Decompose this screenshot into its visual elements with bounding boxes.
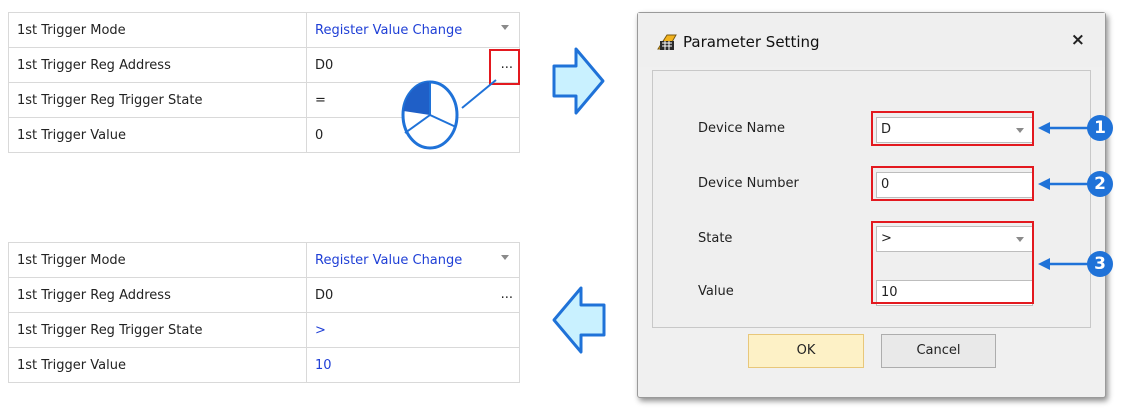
property-value: 0	[315, 127, 324, 143]
property-name: 1st Trigger Reg Address	[8, 47, 307, 83]
property-value: D0	[315, 57, 334, 73]
property-value: >	[315, 322, 326, 338]
table-row: 1st Trigger Reg Trigger State >	[8, 312, 520, 348]
table-row: 1st Trigger Reg Address D0...	[8, 277, 520, 313]
arrow-right-icon	[552, 47, 605, 115]
property-name: 1st Trigger Reg Trigger State	[8, 312, 307, 348]
property-name: 1st Trigger Reg Address	[8, 277, 307, 313]
trigger-mode-select[interactable]: Register Value Change	[306, 12, 520, 48]
trigger-value-cell[interactable]: 10	[306, 347, 520, 383]
device-number-label: Device Number	[698, 176, 799, 191]
callout-arrows	[1038, 122, 1092, 270]
trigger-mode-select[interactable]: Register Value Change	[306, 242, 520, 278]
state-value-highlight-box	[871, 221, 1034, 304]
property-value: D0	[315, 287, 334, 303]
table-row: 1st Trigger Mode Register Value Change	[8, 242, 520, 278]
property-name: 1st Trigger Reg Trigger State	[8, 82, 307, 118]
table-row: 1st Trigger Mode Register Value Change	[8, 12, 520, 48]
property-value: 10	[315, 357, 332, 373]
property-value: Register Value Change	[315, 22, 463, 38]
ellipsis-button[interactable]: ...	[501, 287, 513, 302]
property-value: Register Value Change	[315, 252, 463, 268]
property-name: 1st Trigger Value	[8, 117, 307, 153]
dialog-title: Parameter Setting	[683, 33, 820, 51]
reg-address-cell[interactable]: D0...	[306, 277, 520, 313]
trigger-state-cell[interactable]: >	[306, 312, 520, 348]
property-name: 1st Trigger Mode	[8, 12, 307, 48]
table-row: 1st Trigger Value 10	[8, 347, 520, 383]
cancel-button[interactable]: Cancel	[881, 334, 996, 368]
close-icon[interactable]: ×	[1071, 30, 1085, 50]
bottom-property-grid: 1st Trigger Mode Register Value Change 1…	[8, 242, 520, 383]
device-name-label: Device Name	[698, 121, 785, 136]
dialog-titlebar: Parameter Setting ×	[638, 13, 1105, 67]
settings-app-icon	[657, 34, 677, 50]
property-name: 1st Trigger Value	[8, 347, 307, 383]
value-label: Value	[698, 284, 734, 299]
callout-badge-1: 1	[1087, 115, 1113, 141]
state-label: State	[698, 231, 733, 246]
callout-badge-3: 3	[1087, 251, 1113, 277]
property-value: =	[315, 92, 326, 108]
callout-badge-2: 2	[1087, 171, 1113, 197]
mouse-click-icon	[401, 79, 497, 150]
device-number-highlight-box	[871, 166, 1034, 201]
chevron-down-icon[interactable]	[501, 255, 509, 260]
property-name: 1st Trigger Mode	[8, 242, 307, 278]
device-name-highlight-box	[871, 111, 1034, 146]
arrow-left-icon	[552, 286, 606, 354]
ok-button[interactable]: OK	[748, 334, 864, 368]
chevron-down-icon[interactable]	[501, 25, 509, 30]
